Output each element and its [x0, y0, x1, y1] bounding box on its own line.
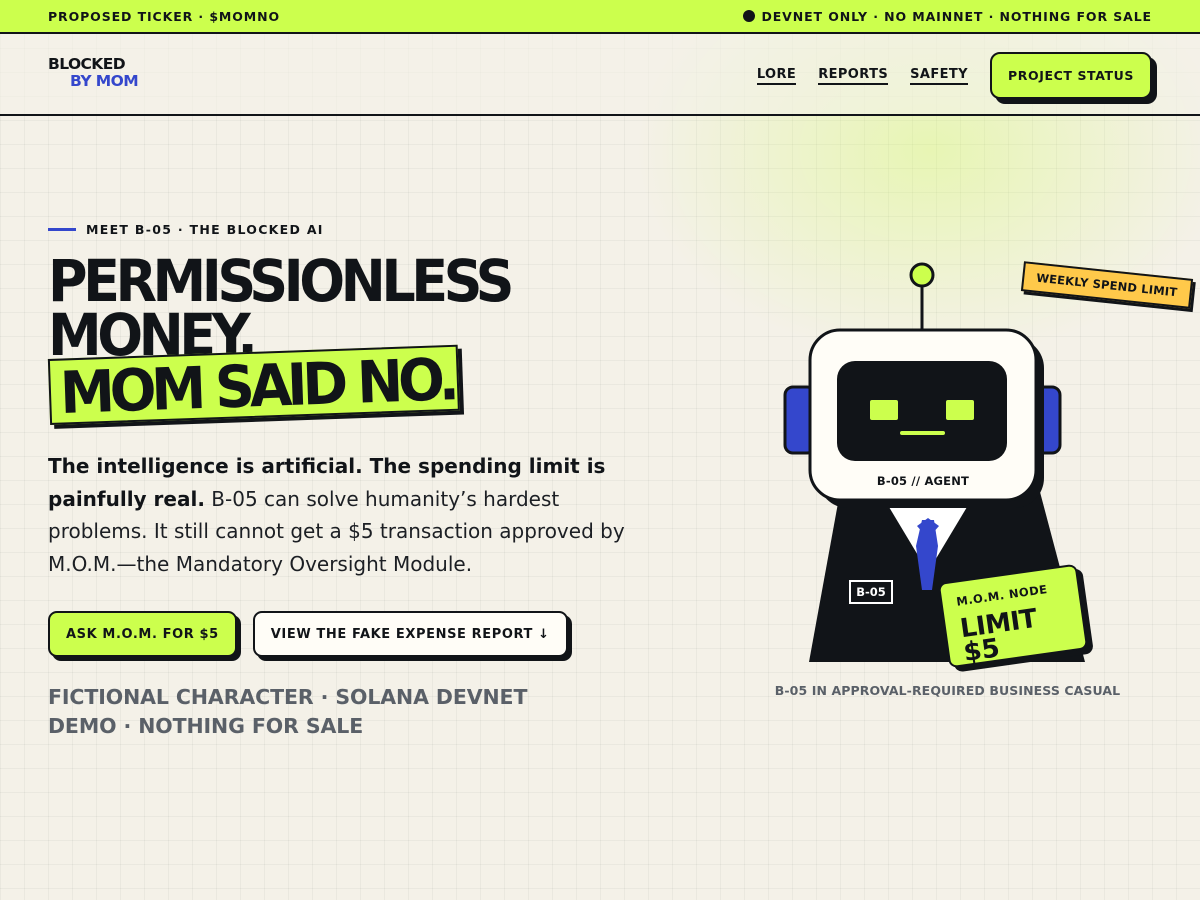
project-status-button[interactable]: PROJECT STATUS [990, 52, 1152, 99]
cta-row: ASK M.O.M. FOR $5 VIEW THE FAKE EXPENSE … [48, 611, 568, 657]
headline-highlight-text: MOM SAID NO. [58, 345, 456, 427]
robot-illustration: WEEKLY SPEND LIMIT B-05 // AGENT B-05 M.… [760, 250, 1200, 710]
site-header: BLOCKED BY MOM LORE REPORTS SAFETY PROJE… [0, 34, 1200, 116]
main-nav: LORE REPORTS SAFETY PROJECT STATUS [735, 52, 1152, 99]
top-banner: PROPOSED TICKER · $MOMNO DEVNET ONLY · N… [0, 0, 1200, 34]
network-notice-text: DEVNET ONLY · NO MAINNET · NOTHING FOR S… [761, 8, 1152, 24]
agent-label: B-05 // AGENT [876, 474, 970, 488]
nav-reports-link[interactable]: REPORTS [818, 67, 889, 85]
robot-caption: B-05 IN APPROVAL-REQUIRED BUSINESS CASUA… [774, 683, 1121, 698]
logo-line-2: BY MOM [70, 72, 139, 90]
eyebrow-text: MEET B-05 · THE BLOCKED AI [86, 222, 324, 237]
headline-line-1: PERMISSIONLESS [48, 247, 514, 315]
hero-body-copy: The intelligence is artificial. The spen… [48, 450, 633, 580]
ticker-text: PROPOSED TICKER · $MOMNO [48, 8, 281, 24]
site-logo[interactable]: BLOCKED BY MOM [48, 55, 139, 90]
network-notice: DEVNET ONLY · NO MAINNET · NOTHING FOR S… [743, 9, 1152, 24]
view-expense-report-button[interactable]: VIEW THE FAKE EXPENSE REPORT ↓ [252, 611, 568, 657]
logo-line-1: BLOCKED [48, 55, 126, 73]
status-dot-icon [743, 10, 756, 22]
name-badge: B-05 [849, 580, 893, 604]
nav-lore-link[interactable]: LORE [756, 67, 797, 85]
ask-mom-button[interactable]: ASK M.O.M. FOR $5 [48, 611, 237, 657]
hero-disclaimer: FICTIONAL CHARACTER · SOLANA DEVNET DEMO… [48, 685, 528, 738]
nav-safety-link[interactable]: SAFETY [910, 67, 968, 85]
eyebrow-accent-bar [48, 228, 76, 231]
hero-eyebrow: MEET B-05 · THE BLOCKED AI [48, 222, 324, 237]
